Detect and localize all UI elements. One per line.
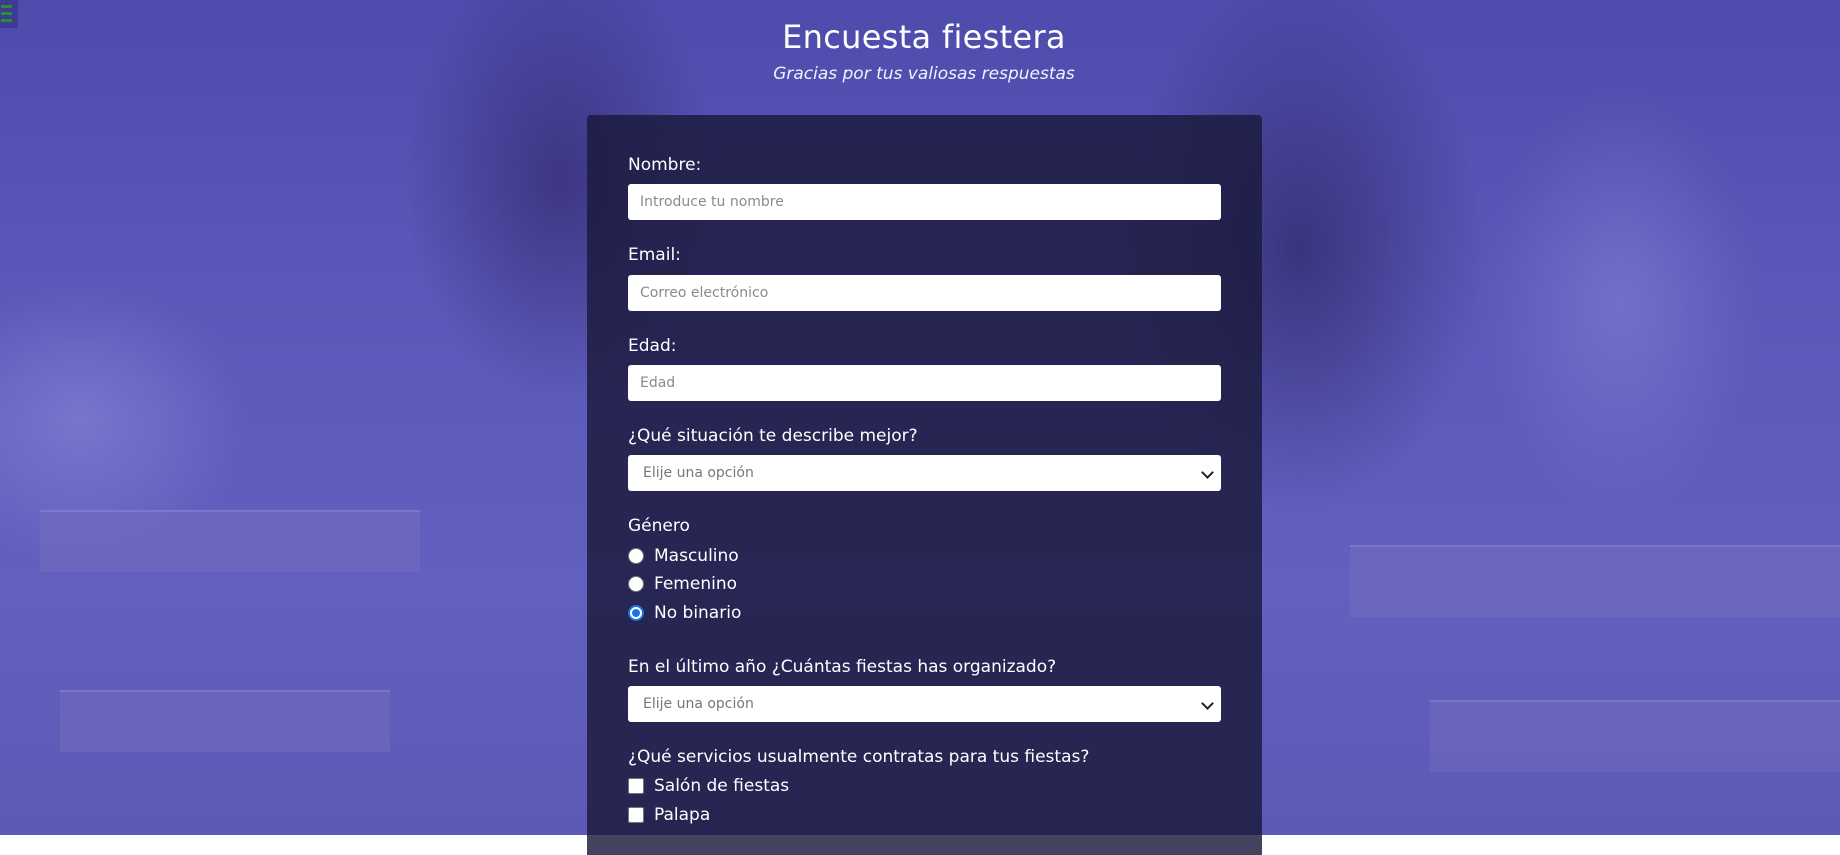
background-bench: [40, 510, 420, 572]
service-option-salon[interactable]: Salón de fiestas: [628, 776, 789, 796]
gender-option-masculino[interactable]: Masculino: [628, 546, 739, 566]
situation-select-value: Elije una opción: [643, 465, 754, 481]
age-label: Edad:: [628, 336, 677, 356]
services-label: ¿Qué servicios usualmente contratas para…: [628, 747, 1090, 767]
radio-button[interactable]: [628, 548, 644, 564]
chevron-down-icon: [1201, 697, 1214, 710]
survey-form: Nombre: Email: Edad: ¿Qué situación te d…: [587, 115, 1262, 855]
checkbox[interactable]: [628, 778, 644, 794]
service-option-label: Palapa: [654, 805, 711, 825]
page-subtitle: Gracias por tus valiosas respuestas: [773, 64, 1075, 84]
parties-label: En el último año ¿Cuántas fiestas has or…: [628, 657, 1057, 677]
gender-option-label: Femenino: [654, 574, 737, 594]
chevron-down-icon: [1201, 466, 1214, 479]
checkbox[interactable]: [628, 807, 644, 823]
background-bench: [1350, 545, 1840, 617]
radio-button[interactable]: [628, 576, 644, 592]
gender-option-label: Masculino: [654, 546, 739, 566]
page-title: Encuesta fiestera: [782, 18, 1066, 56]
radio-button-checked[interactable]: [628, 605, 644, 621]
gender-option-femenino[interactable]: Femenino: [628, 574, 737, 594]
situation-label: ¿Qué situación te describe mejor?: [628, 426, 918, 446]
situation-select[interactable]: Elije una opción: [628, 455, 1221, 491]
gender-option-no-binario[interactable]: No binario: [628, 603, 741, 623]
email-input[interactable]: [628, 275, 1221, 311]
parties-select-value: Elije una opción: [643, 696, 754, 712]
background-bench: [1430, 700, 1840, 772]
parties-select[interactable]: Elije una opción: [628, 686, 1221, 722]
service-option-label: Salón de fiestas: [654, 776, 790, 796]
gender-option-label: No binario: [654, 603, 742, 623]
name-input[interactable]: [628, 184, 1221, 220]
email-label: Email:: [628, 245, 681, 265]
background-bench: [60, 690, 390, 752]
name-label: Nombre:: [628, 155, 702, 175]
age-input[interactable]: [628, 365, 1221, 401]
gender-label: Género: [628, 516, 690, 536]
service-option-palapa[interactable]: Palapa: [628, 805, 710, 825]
